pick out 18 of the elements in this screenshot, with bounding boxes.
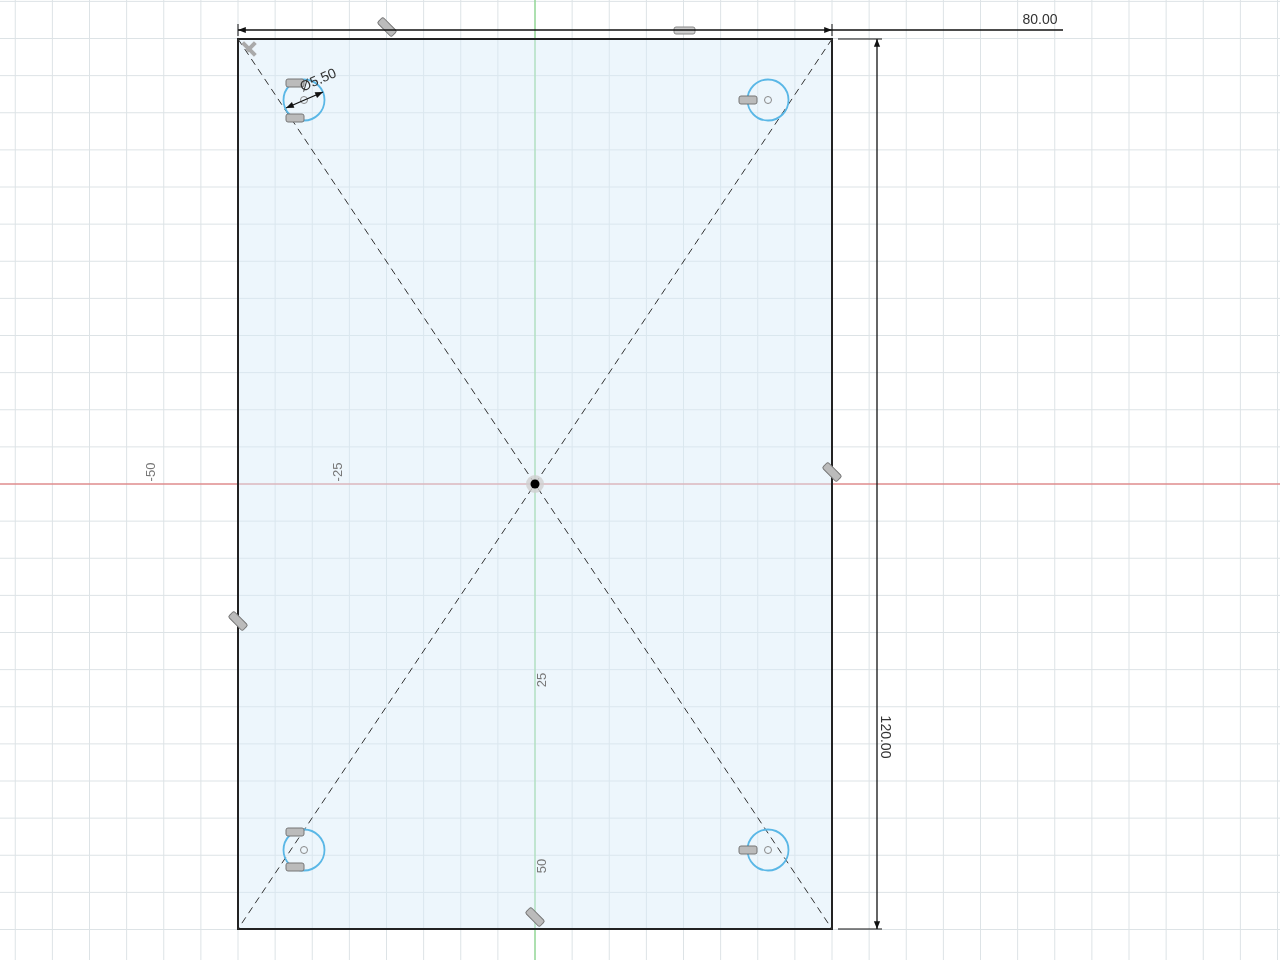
dimension-line xyxy=(285,91,324,109)
dimension-label[interactable]: 120.00 xyxy=(878,715,894,759)
constraint-icon xyxy=(285,862,305,872)
hole-circle xyxy=(746,78,790,122)
constraint-icon xyxy=(673,26,696,35)
axis-label: 50 xyxy=(534,858,549,874)
constraint-icon xyxy=(285,827,305,837)
axis-label: 25 xyxy=(534,672,549,688)
constraint-icon xyxy=(738,845,758,855)
coincident-icon xyxy=(241,41,257,57)
origin-point xyxy=(526,475,544,493)
axis-label: -50 xyxy=(143,462,158,482)
hole-circle xyxy=(282,828,326,872)
constraint-icon xyxy=(738,95,758,105)
axis-label: -25 xyxy=(330,462,345,482)
hole-circle xyxy=(746,828,790,872)
dimension-label[interactable]: 80.00 xyxy=(1022,11,1058,27)
constraint-icon xyxy=(285,113,305,123)
